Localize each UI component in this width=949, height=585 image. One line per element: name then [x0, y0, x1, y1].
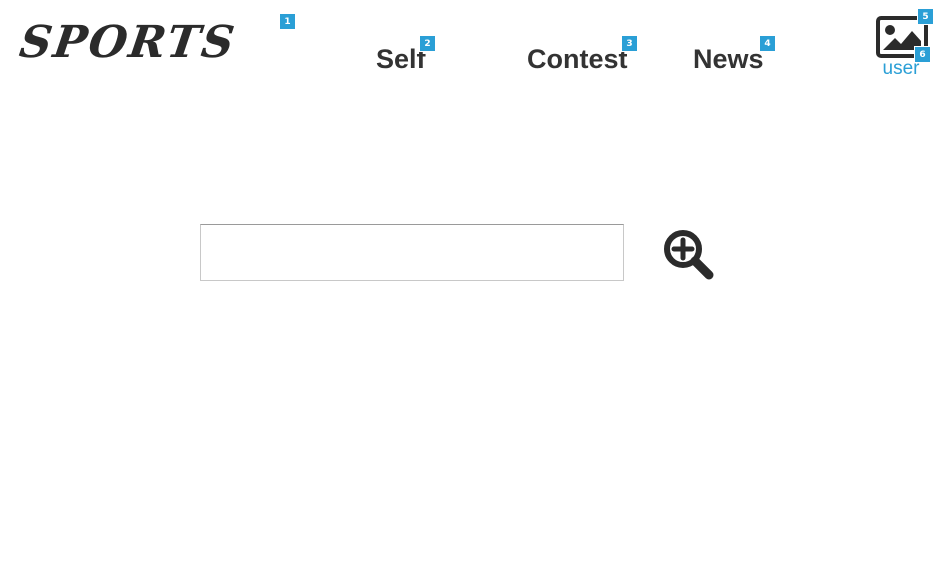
zoom-in-icon	[664, 230, 714, 280]
nav-badge-self: 2	[419, 35, 436, 52]
search-button[interactable]	[660, 226, 716, 282]
logo-badge: 1	[279, 13, 296, 30]
nav-badge-contest: 3	[621, 35, 638, 52]
nav-item-contest[interactable]: Contest	[527, 42, 628, 76]
search-input[interactable]	[200, 224, 624, 281]
nav-item-news[interactable]: News	[693, 42, 764, 76]
user-image-badge: 5	[917, 8, 934, 25]
nav-badge-news: 4	[759, 35, 776, 52]
user-label-badge: 6	[914, 46, 931, 63]
sports-logo[interactable]: SPORTS	[16, 17, 245, 68]
